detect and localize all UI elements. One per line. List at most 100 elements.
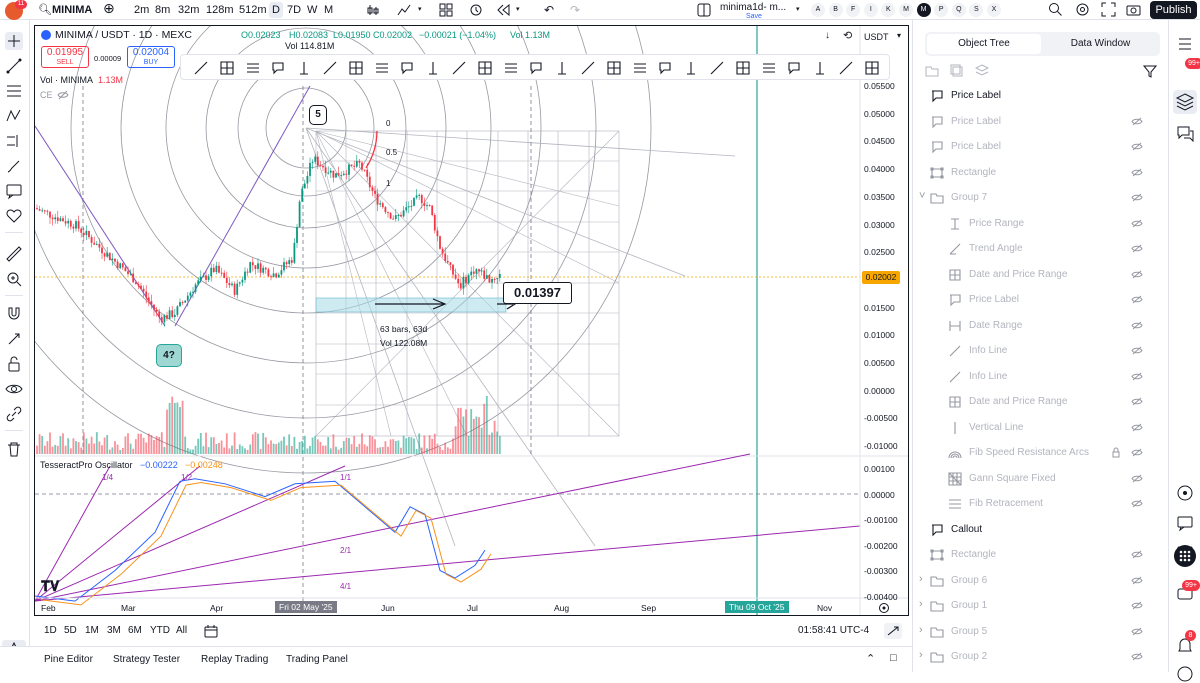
watchlist-letter-p[interactable]: P [934, 3, 949, 17]
alert-icon[interactable] [469, 3, 483, 17]
object-tree-item[interactable]: Rectangle [913, 544, 1169, 566]
candle-type-icon[interactable] [366, 3, 380, 17]
symbol-title[interactable]: MINIMA / USDT · 1D · MEXC [55, 29, 192, 41]
price-range-icon[interactable] [245, 60, 261, 76]
maximize-icon[interactable]: □ [890, 652, 897, 664]
fib-arcs-icon[interactable] [399, 60, 415, 76]
object-tree-item[interactable]: Date and Price Range [913, 264, 1169, 286]
object-tree-item[interactable]: › Group 2 [913, 646, 1169, 668]
watchlist-letter-a[interactable]: A [811, 3, 825, 17]
speed-fan-icon[interactable] [709, 60, 725, 76]
hide-eye-icon[interactable] [1131, 193, 1143, 202]
watchlist-letter-m[interactable]: M [916, 3, 931, 17]
object-tree-item[interactable]: Date and Price Range [913, 391, 1169, 413]
prediction-icon[interactable] [5, 132, 23, 150]
text-icon[interactable] [5, 182, 23, 200]
buy-button[interactable]: 0.02004 BUY [127, 46, 175, 68]
lock-icon[interactable] [1111, 447, 1121, 458]
tab-object-tree[interactable]: Object Tree [927, 34, 1041, 54]
filter-settings-icon[interactable] [1143, 64, 1157, 78]
adjust-icon[interactable] [884, 623, 902, 639]
ideas-icon[interactable] [1176, 514, 1194, 532]
chevron-right-icon[interactable]: › [919, 573, 923, 585]
range-6m[interactable]: 6M [128, 625, 142, 636]
trend-line-icon[interactable] [193, 60, 209, 76]
hide-eye-icon[interactable] [1131, 168, 1143, 177]
trend-line-icon[interactable] [5, 57, 23, 75]
calendar-icon[interactable] [204, 624, 218, 638]
chat-icon[interactable] [1176, 124, 1194, 142]
object-tree-item[interactable]: › Group 6 [913, 570, 1169, 592]
volume-indicator-name[interactable]: Vol · MINIMA [40, 75, 93, 85]
hide-eye-icon[interactable] [1131, 550, 1143, 559]
bottom-tab-strategy-tester[interactable]: Strategy Tester [113, 654, 180, 665]
pattern-icon[interactable] [812, 60, 828, 76]
text-icon[interactable] [425, 60, 441, 76]
hide-eye-icon[interactable] [1131, 423, 1143, 432]
fan-icon[interactable] [683, 60, 699, 76]
callout-icon[interactable] [322, 60, 338, 76]
layout-save-status[interactable]: Save [746, 9, 762, 25]
chevron-down-icon[interactable]: ▾ [897, 31, 901, 40]
chevron-down-icon[interactable]: ▾ [418, 2, 422, 18]
range-1m[interactable]: 1M [85, 625, 99, 636]
timeframe-8m[interactable]: 8m [155, 2, 170, 18]
object-tree-item[interactable]: › Group 5 [913, 621, 1169, 643]
object-tree-item[interactable]: Fib Retracement [913, 493, 1169, 515]
timeframe-2m[interactable]: 2m [134, 2, 149, 18]
hide-eye-icon[interactable] [57, 90, 69, 100]
object-tree-item[interactable]: Info Line [913, 340, 1169, 362]
watchlist-letter-s[interactable]: S [969, 3, 984, 17]
gann-square-icon[interactable] [270, 60, 286, 76]
cross-icon[interactable] [786, 60, 802, 76]
timeframe-7D[interactable]: 7D [287, 2, 301, 18]
chevron-up-icon[interactable]: ⌃ [866, 652, 875, 665]
hide-eye-icon[interactable] [1131, 117, 1143, 126]
chevron-down-icon[interactable]: ▾ [516, 2, 520, 18]
hide-eye-icon[interactable] [1131, 601, 1143, 610]
object-tree-item[interactable]: Info Line [913, 366, 1169, 388]
hide-eye-icon[interactable] [1131, 244, 1143, 253]
templates-icon[interactable] [439, 3, 453, 17]
chevron-down-icon[interactable]: ˅ [919, 190, 925, 202]
hide-eye-icon[interactable] [1131, 448, 1143, 457]
layout-icon[interactable] [697, 3, 711, 17]
pencil-icon[interactable] [374, 60, 390, 76]
cross-box-icon[interactable] [219, 60, 235, 76]
hide-eye-icon[interactable] [1131, 627, 1143, 636]
vertical-line-icon[interactable] [528, 60, 544, 76]
chevron-right-icon[interactable]: › [919, 598, 923, 610]
hide-eye-icon[interactable] [1131, 270, 1143, 279]
hide-eye-icon[interactable] [1131, 321, 1143, 330]
range-3m[interactable]: 3M [107, 625, 121, 636]
price-label-box[interactable]: 0.01397 [503, 282, 572, 304]
rectangle-icon[interactable] [554, 60, 570, 76]
range-5d[interactable]: 5D [64, 625, 77, 636]
object-tree-item[interactable]: Price Label [913, 136, 1169, 158]
bottom-tab-replay-trading[interactable]: Replay Trading [201, 654, 268, 665]
watchlist-letter-i[interactable]: I [863, 3, 878, 17]
settings-gear-icon[interactable] [1075, 2, 1090, 17]
object-tree-item[interactable]: Trend Angle [913, 238, 1169, 260]
redo-icon[interactable]: ↷ [570, 2, 580, 18]
horizontal-ray-icon[interactable] [503, 60, 519, 76]
bottom-tab-trading-panel[interactable]: Trading Panel [286, 654, 348, 665]
range-ytd[interactable]: YTD [150, 625, 170, 636]
quick-search-icon[interactable] [1048, 2, 1063, 17]
callout-4[interactable]: 4? [156, 344, 182, 367]
arrow-down-icon[interactable]: ↓ [825, 30, 830, 41]
hide-eye-icon[interactable] [1131, 346, 1143, 355]
oscillator-name[interactable]: TesseractPro Oscillator [40, 460, 133, 470]
text-cursor-icon[interactable] [451, 60, 467, 76]
timeframe-M[interactable]: M [324, 2, 333, 18]
grid-icon[interactable] [761, 60, 777, 76]
sine-icon[interactable] [735, 60, 751, 76]
chevron-right-icon[interactable]: › [919, 624, 923, 636]
fib-lines-icon[interactable] [296, 60, 312, 76]
circle-icon[interactable] [838, 60, 854, 76]
object-tree-item[interactable]: Callout [913, 519, 1169, 541]
new-folder-icon[interactable] [925, 64, 939, 78]
stay-in-drawing-icon[interactable] [5, 330, 23, 348]
horizontal-line-icon[interactable] [477, 60, 493, 76]
clone-icon[interactable] [950, 64, 964, 78]
